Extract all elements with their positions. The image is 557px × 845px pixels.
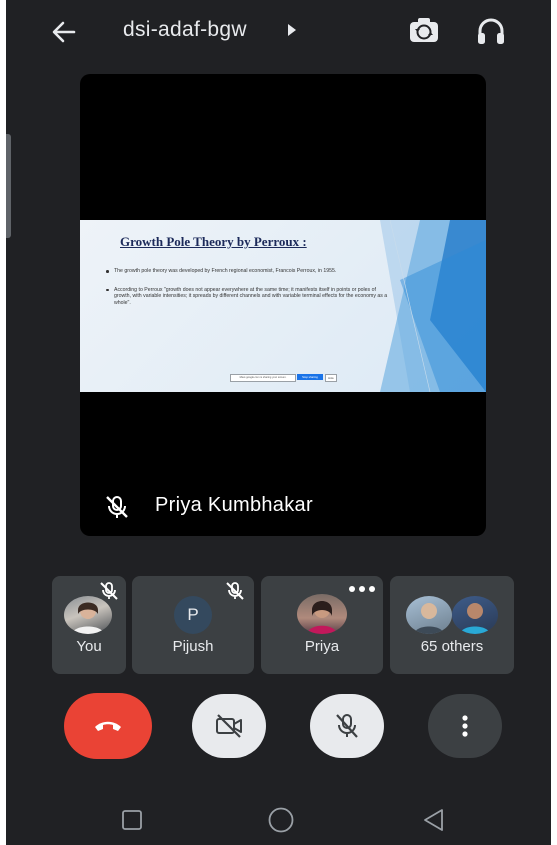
mic-off-icon <box>226 582 244 600</box>
speaker-name: Priya Kumbhakar <box>155 494 313 516</box>
back-triangle-icon[interactable] <box>421 807 445 833</box>
mic-toggle-button[interactable] <box>310 694 384 758</box>
mic-off-icon <box>100 582 118 600</box>
switch-camera-icon[interactable] <box>407 14 441 48</box>
slide-bullets: The growth pole theory was developed by … <box>104 268 394 318</box>
participant-tile-priya[interactable]: Priya <box>261 576 383 674</box>
slide-bullet: The growth pole theory was developed by … <box>104 268 394 275</box>
recents-square-icon[interactable] <box>121 809 143 831</box>
avatar <box>406 596 452 634</box>
more-options-button[interactable] <box>428 694 502 758</box>
avatar <box>297 594 347 634</box>
participant-label: You <box>76 638 102 655</box>
more-vertical-icon <box>462 715 468 737</box>
back-arrow-icon[interactable] <box>46 14 82 50</box>
screen-share-bar-text: Meet.google.com is sharing your screen. <box>230 374 296 382</box>
more-options-icon[interactable] <box>347 584 377 594</box>
presenter-tile[interactable]: Growth Pole Theory by Perroux : The grow… <box>80 74 486 536</box>
system-nav-bar <box>6 790 551 845</box>
participant-tile-you[interactable]: You <box>52 576 126 674</box>
camera-toggle-button[interactable] <box>192 694 266 758</box>
end-call-button[interactable] <box>64 693 152 759</box>
mic-off-icon <box>336 714 358 738</box>
participant-label: 65 others <box>420 638 484 655</box>
phone-hangup-icon <box>95 721 121 731</box>
stop-sharing-button: Stop sharing <box>297 374 323 380</box>
home-circle-icon[interactable] <box>267 806 295 834</box>
participant-label: Priya <box>304 638 340 655</box>
slide-title: Growth Pole Theory by Perroux : <box>120 234 307 249</box>
mic-off-icon <box>106 496 128 518</box>
hide-share-bar-button: Hide <box>325 374 337 382</box>
avatar <box>452 596 498 634</box>
avatar-initial: P <box>174 596 212 634</box>
participant-label: Pijush <box>172 638 214 655</box>
video-off-icon <box>216 714 242 738</box>
meet-call-screen: dsi-adaf-bgw Growth Pole Theory by Perro… <box>6 0 551 845</box>
top-bar: dsi-adaf-bgw <box>6 0 551 64</box>
slide-bullet: According to Perroux "growth does not ap… <box>104 287 394 307</box>
meeting-code[interactable]: dsi-adaf-bgw <box>123 18 247 42</box>
meeting-details-caret-icon[interactable] <box>288 24 296 36</box>
edge-handle[interactable] <box>6 134 11 238</box>
participant-tile-others[interactable]: 65 others <box>390 576 514 674</box>
headphones-icon[interactable] <box>474 14 508 48</box>
shared-slide: Growth Pole Theory by Perroux : The grow… <box>80 220 486 392</box>
participant-tile-pijush[interactable]: P Pijush <box>132 576 254 674</box>
